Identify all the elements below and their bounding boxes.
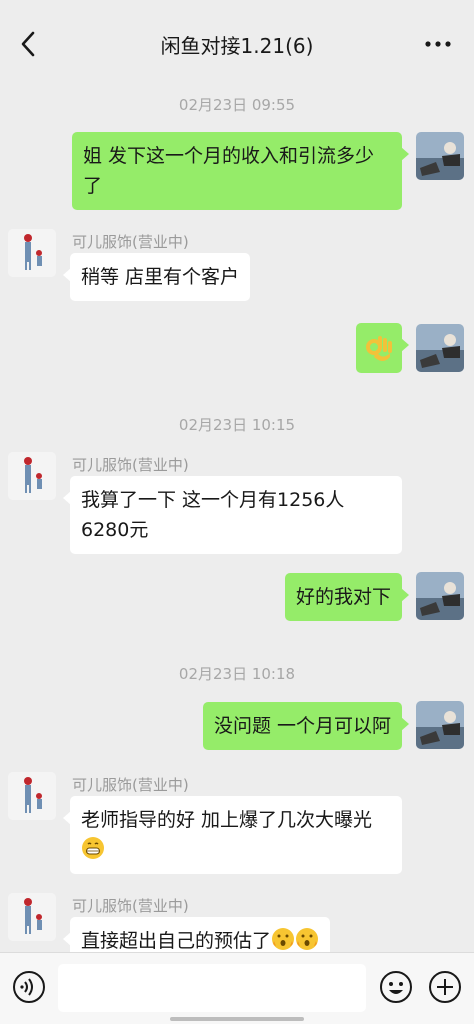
message-bubble[interactable]: 我算了一下 这一个月有1256人6280元 [63, 476, 402, 554]
avatar-photo-icon [416, 701, 464, 749]
chat-header: 闲鱼对接1.21(6) [0, 0, 474, 86]
message-text: 稍等 店里有个客户 [81, 266, 240, 288]
timestamp: 02月23日 10:18 [178, 665, 296, 683]
message-bubble[interactable]: 老师指导的好 加上爆了几次大曝光 [63, 796, 402, 874]
contact-name: 可儿服饰(营业中) [72, 456, 189, 474]
chat-title: 闲鱼对接1.21(6) [160, 34, 314, 58]
contact-avatar[interactable] [8, 893, 56, 941]
contact-name: 可儿服饰(营业中) [72, 233, 189, 251]
message-text: 我算了一下 这一个月有1256人6280元 [81, 489, 345, 541]
self-avatar[interactable] [416, 324, 464, 372]
message-bubble[interactable] [356, 323, 409, 373]
emoji-button[interactable] [379, 970, 413, 1004]
message-list[interactable]: 02月23日 09:55 姐 发下这一个月的收入和引流多少了 可儿服饰(营业中)… [0, 86, 474, 952]
home-indicator [170, 1017, 304, 1021]
message-bubble[interactable]: 稍等 店里有个客户 [62, 253, 251, 301]
message-input[interactable] [58, 964, 366, 1012]
surprised-face-emoji [296, 928, 319, 950]
message-bubble[interactable]: 直接超出自己的预估了 [62, 917, 331, 952]
emoji-icon [380, 971, 412, 1003]
timestamp: 02月23日 10:15 [178, 416, 296, 434]
input-bar [0, 952, 474, 1024]
self-avatar[interactable] [416, 572, 464, 620]
contact-avatar[interactable] [8, 452, 56, 500]
contact-avatar[interactable] [8, 772, 56, 820]
message-text: 老师指导的好 加上爆了几次大曝光 [81, 809, 373, 831]
self-avatar[interactable] [416, 701, 464, 749]
message-bubble[interactable]: 姐 发下这一个月的收入和引流多少了 [72, 132, 409, 210]
avatar-illustration-icon [8, 893, 56, 941]
more-button[interactable] [420, 28, 456, 60]
plus-icon [429, 971, 461, 1003]
contact-name: 可儿服饰(营业中) [72, 776, 189, 794]
avatar-illustration-icon [8, 772, 56, 820]
ok-hand-emoji [366, 336, 392, 361]
contact-name: 可儿服饰(营业中) [72, 897, 189, 915]
message-text: 好的我对下 [295, 586, 391, 608]
avatar-photo-icon [416, 132, 464, 180]
message-bubble[interactable]: 好的我对下 [284, 573, 410, 621]
voice-button[interactable] [12, 970, 46, 1004]
timestamp: 02月23日 09:55 [178, 96, 296, 114]
message-text: 直接超出自己的预估了 [81, 930, 272, 952]
avatar-photo-icon [416, 572, 464, 620]
ellipsis-icon [425, 41, 451, 47]
surprised-face-emoji [272, 928, 295, 950]
avatar-illustration-icon [8, 229, 56, 277]
avatar-photo-icon [416, 324, 464, 372]
grin-emoji [82, 837, 104, 859]
message-text: 没问题 一个月可以阿 [213, 715, 391, 737]
contact-avatar[interactable] [8, 229, 56, 277]
voice-icon [13, 971, 45, 1003]
avatar-illustration-icon [8, 452, 56, 500]
message-bubble[interactable]: 没问题 一个月可以阿 [202, 702, 410, 750]
plus-button[interactable] [428, 970, 462, 1004]
self-avatar[interactable] [416, 132, 464, 180]
message-text: 姐 发下这一个月的收入和引流多少了 [83, 145, 375, 197]
